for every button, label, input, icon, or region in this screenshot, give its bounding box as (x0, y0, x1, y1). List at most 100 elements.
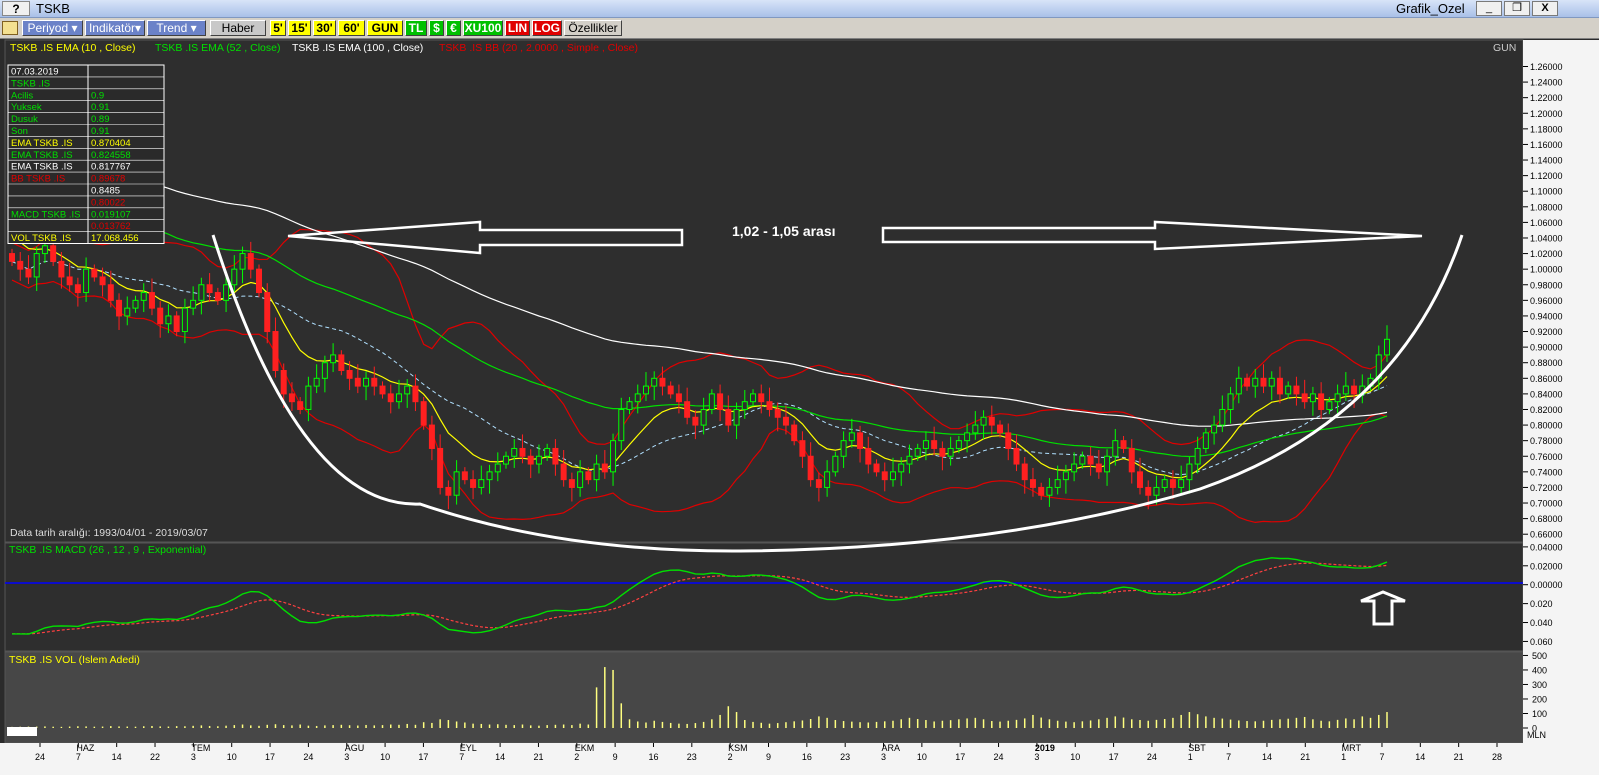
candle-body (733, 408, 740, 426)
candle-body (1054, 479, 1061, 488)
candle-body (412, 385, 419, 403)
candle-body (964, 432, 971, 442)
candle-body (354, 377, 361, 387)
data-panel-value: 0.824558 (91, 150, 131, 161)
candle-body (750, 393, 757, 403)
legend-ema52: TSKB .IS EMA (52 , Close) (155, 42, 280, 54)
candle-body (659, 377, 666, 387)
candle-body (387, 393, 394, 403)
data-panel-value: 0.91 (91, 126, 110, 137)
period-gun-button[interactable]: GUN (367, 20, 403, 36)
x-minor-label: 14 (495, 752, 505, 762)
candle-body (931, 440, 938, 449)
macd-y-tick-label: 0.00000 (1530, 580, 1563, 590)
currency-usd-button[interactable]: $ (429, 20, 444, 36)
candle-body (486, 471, 493, 481)
data-panel-label: EMA TSKB .IS (11, 162, 73, 173)
candle-body (478, 479, 485, 488)
scale-lin-button[interactable]: LIN (505, 20, 530, 36)
candle-body (857, 432, 864, 449)
candle-body (1244, 377, 1251, 387)
y-tick-label: 0.90000 (1530, 343, 1563, 353)
x-minor-label: 9 (613, 752, 618, 762)
candle-body (1202, 432, 1209, 449)
candle-body (939, 447, 946, 457)
currency-tl-button[interactable]: TL (405, 20, 427, 36)
candle-body (231, 268, 238, 286)
candle-body (346, 370, 353, 379)
y-tick-label: 0.76000 (1530, 452, 1563, 462)
candle-body (494, 463, 501, 473)
period-60-button[interactable]: 60' (338, 20, 365, 36)
candle-body (791, 424, 798, 442)
index-xu100-button[interactable]: XU100 (463, 20, 503, 36)
indikator-label: Indikatör (88, 21, 135, 35)
candle-body (25, 268, 32, 278)
candle-body (593, 463, 600, 481)
candle-body (272, 331, 279, 372)
candle-body (181, 307, 188, 333)
candle-body (288, 393, 295, 403)
y-tick-label: 1.10000 (1530, 187, 1563, 197)
restore-button[interactable]: ❐ (1504, 1, 1530, 16)
minimize-button[interactable]: _ (1476, 1, 1502, 16)
candle-body (610, 440, 617, 473)
candle-body (83, 268, 90, 294)
x-minor-label: 17 (265, 752, 275, 762)
candle-body (1153, 486, 1160, 496)
candle-body (848, 432, 855, 442)
data-panel-label: Dusuk (11, 114, 38, 125)
candle-body (1062, 471, 1069, 481)
y-tick-label: 0.74000 (1530, 467, 1563, 477)
candle-body (503, 455, 510, 465)
x-minor-label: 21 (533, 752, 543, 762)
chart-icon[interactable] (2, 21, 18, 35)
candle-body (1235, 377, 1242, 395)
data-panel-label: EMA TSKB .IS (11, 150, 73, 161)
period-30-button[interactable]: 30' (313, 20, 336, 36)
y-tick-label: 1.04000 (1530, 233, 1563, 243)
candle-body (766, 401, 773, 410)
x-minor-label: 10 (917, 752, 927, 762)
candle-body (667, 385, 674, 395)
x-minor-label: 3 (881, 752, 886, 762)
ozellikler-button[interactable]: Özellikler (564, 20, 622, 36)
candle-body (972, 424, 979, 434)
candle-body (1161, 479, 1168, 488)
candle-body (799, 440, 806, 457)
x-minor-label: 3 (344, 752, 349, 762)
candle-body (1342, 385, 1349, 395)
candle-body (914, 447, 921, 457)
help-button[interactable]: ? (2, 1, 30, 16)
date-range-text: Data tarih aralığı: 1993/04/01 - 2019/03… (10, 527, 208, 539)
candle-body (1301, 393, 1308, 403)
data-panel-label: Yuksek (11, 102, 42, 113)
candle-body (223, 284, 230, 301)
scale-log-button[interactable]: LOG (532, 20, 562, 36)
legend-ema10: TSKB .IS EMA (10 , Close) (10, 42, 135, 54)
y-tick-label: 1.02000 (1530, 249, 1563, 259)
y-tick-label: 0.98000 (1530, 280, 1563, 290)
indikator-menu[interactable]: Indikatör▾ (85, 20, 145, 36)
period-5-button[interactable]: 5' (270, 20, 286, 36)
candle-body (873, 463, 880, 473)
trend-menu[interactable]: Trend ▾ (147, 20, 206, 36)
currency-eur-button[interactable]: € (446, 20, 461, 36)
candle-body (305, 385, 312, 410)
period-15-button[interactable]: 15' (288, 20, 311, 36)
chart-area[interactable]: TSKB .IS EMA (10 , Close) TSKB .IS EMA (… (0, 39, 1599, 775)
x-minor-label: 2 (574, 752, 579, 762)
haber-button[interactable]: Haber (210, 20, 266, 36)
candle-body (1260, 377, 1267, 387)
x-minor-label: 17 (418, 752, 428, 762)
x-minor-label: 10 (1070, 752, 1080, 762)
candle-body (1128, 447, 1135, 473)
periyod-menu[interactable]: Periyod ▾ (22, 20, 83, 36)
candle-body (1178, 479, 1185, 488)
close-button[interactable]: X (1532, 1, 1558, 16)
candle-body (206, 284, 213, 294)
candle-body (544, 447, 551, 457)
candle-body (997, 424, 1004, 434)
data-panel-value: 0.89678 (91, 174, 125, 185)
candle-body (107, 284, 114, 301)
